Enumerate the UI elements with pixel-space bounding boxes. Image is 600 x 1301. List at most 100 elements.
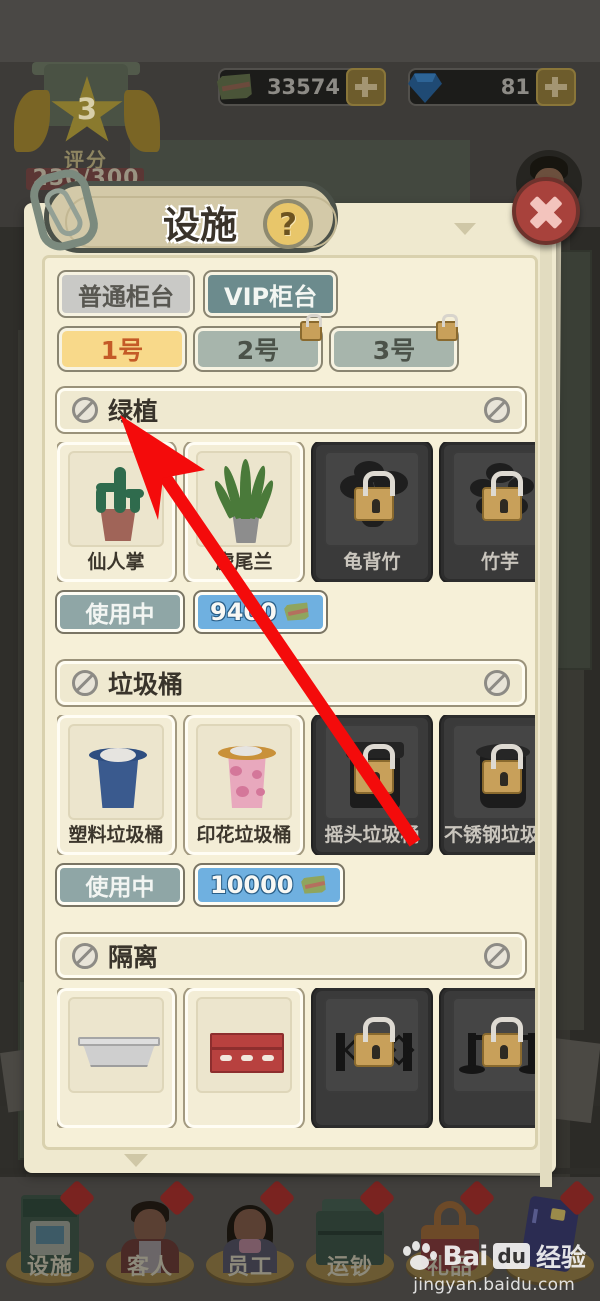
item-card-concrete-barrier[interactable] xyxy=(185,988,303,1128)
paw-icon xyxy=(402,1241,438,1271)
section-title: 垃圾桶 xyxy=(108,670,184,699)
nav-label: 设施 xyxy=(26,1255,73,1280)
watermark-jingyan: 经验 xyxy=(535,1243,586,1272)
item-card-calathea[interactable]: 竹芋 xyxy=(441,442,535,582)
price-value: 9400 xyxy=(210,598,277,626)
item-card-scissor-gate[interactable] xyxy=(313,988,431,1128)
close-icon[interactable] xyxy=(512,177,580,245)
item-card-monstera[interactable]: 龟背竹 xyxy=(313,442,431,582)
item-card-plastic-bin[interactable]: 塑料垃圾桶 xyxy=(57,715,175,855)
gem-counter[interactable]: 81 xyxy=(408,66,576,108)
help-button[interactable]: ? xyxy=(263,199,313,249)
item-card-steel-bin[interactable]: 不锈钢垃圾桶 xyxy=(441,715,535,855)
price-button[interactable]: 9400 xyxy=(195,592,326,632)
tab-normal-counter[interactable]: 普通柜台 xyxy=(59,272,193,316)
scroll-down-indicator xyxy=(124,1154,148,1167)
item-card-swing-bin[interactable]: 摇头垃圾桶 xyxy=(313,715,431,855)
in-use-button[interactable]: 使用中 xyxy=(57,865,183,905)
money-value: 33574 xyxy=(266,75,340,99)
plastic-bin-icon xyxy=(68,724,164,820)
ban-icon xyxy=(72,397,98,423)
watermark-url: jingyan.baidu.com xyxy=(413,1275,576,1295)
ban-icon xyxy=(72,670,98,696)
ban-icon[interactable] xyxy=(484,397,510,423)
item-card-cactus[interactable]: 仙人掌 xyxy=(57,442,175,582)
gem-value: 81 xyxy=(500,75,530,99)
ban-icon xyxy=(72,943,98,969)
action-row-plants: 使用中 9400 xyxy=(57,592,326,632)
laurel-left-icon xyxy=(14,90,50,152)
slot-tab-2[interactable]: 2号 xyxy=(195,314,322,370)
nav-item-staff[interactable]: 员工 xyxy=(200,1179,300,1301)
item-card-rope-stanchion[interactable] xyxy=(441,988,535,1128)
item-label: 竹芋 xyxy=(480,551,519,573)
watermark: Bai du 经验 jingyan.baidu.com xyxy=(402,1238,586,1295)
item-label: 塑料垃圾桶 xyxy=(68,824,164,846)
slot-tab-1[interactable]: 1号 xyxy=(59,328,185,370)
item-row-plants: 仙人掌 虎尾兰 龟背竹 竹芋 xyxy=(57,442,535,582)
price-button[interactable]: 10000 xyxy=(195,865,343,905)
item-card-snake-plant[interactable]: 虎尾兰 xyxy=(185,442,303,582)
dialog-paper-edge xyxy=(540,225,552,1187)
nav-item-facilities[interactable]: 设施 xyxy=(0,1179,100,1301)
ban-icon[interactable] xyxy=(484,670,510,696)
concrete-barrier-icon xyxy=(196,997,292,1093)
counter-tabs: 普通柜台 VIP柜台 xyxy=(59,272,337,316)
section-title: 绿植 xyxy=(108,397,159,426)
nav-label: 员工 xyxy=(226,1255,273,1280)
rating-badge: 3 评分 230/300 xyxy=(6,62,166,191)
add-money-button[interactable] xyxy=(346,68,386,106)
lock-icon xyxy=(436,314,458,341)
scroll-up-indicator xyxy=(454,223,476,235)
item-row-barrier xyxy=(57,988,535,1128)
lock-icon xyxy=(300,314,322,341)
dialog-body: 普通柜台 VIP柜台 1号 2号 3号 绿植 仙人掌 虎尾兰 龟背竹 竹芋 使用… xyxy=(42,255,538,1150)
in-use-button[interactable]: 使用中 xyxy=(57,592,183,632)
money-icon xyxy=(302,874,328,896)
add-gem-button[interactable] xyxy=(536,68,576,106)
snake-plant-icon xyxy=(196,451,292,547)
item-label: 印花垃圾桶 xyxy=(196,824,292,846)
nav-label: 客人 xyxy=(126,1255,173,1280)
item-label: 虎尾兰 xyxy=(215,551,273,573)
lock-icon xyxy=(354,1017,395,1067)
dialog-header: 设施 ? xyxy=(25,164,344,259)
printed-bin-icon xyxy=(196,724,292,820)
item-label: 仙人掌 xyxy=(87,551,145,573)
ban-icon[interactable] xyxy=(484,943,510,969)
slot-tabs: 1号 2号 3号 xyxy=(59,314,458,370)
facility-dialog: 设施 ? 普通柜台 VIP柜台 1号 2号 3号 绿植 仙人掌 虎尾兰 龟背竹 … xyxy=(20,164,580,1187)
top-hud: 3 评分 230/300 33574 81 xyxy=(0,0,600,191)
slot-tab-2-label: 2号 xyxy=(236,336,280,365)
section-title: 隔离 xyxy=(108,943,159,972)
lock-icon xyxy=(354,744,395,794)
item-card-printed-bin[interactable]: 印花垃圾桶 xyxy=(185,715,303,855)
laurel-right-icon xyxy=(124,90,160,152)
page-title: 设施 xyxy=(163,204,237,247)
item-card-metal-barrier[interactable] xyxy=(57,988,175,1128)
section-header-plants[interactable]: 绿植 xyxy=(57,388,525,432)
rating-stars: 3 xyxy=(76,92,98,126)
nav-item-cash-transport[interactable]: 运钞 xyxy=(300,1179,400,1301)
section-header-barrier[interactable]: 隔离 xyxy=(57,934,525,978)
metal-barrier-icon xyxy=(68,997,164,1093)
lock-icon xyxy=(354,471,395,521)
money-icon xyxy=(285,601,311,623)
gem-icon xyxy=(402,68,448,106)
item-label: 龟背竹 xyxy=(343,551,401,573)
watermark-du: du xyxy=(493,1243,530,1269)
section-header-trash[interactable]: 垃圾桶 xyxy=(57,661,525,705)
cactus-icon xyxy=(68,451,164,547)
item-label: 不锈钢垃圾桶 xyxy=(444,824,535,846)
slot-tab-3-label: 3号 xyxy=(372,336,416,365)
nav-item-guests[interactable]: 客人 xyxy=(100,1179,200,1301)
item-label: 摇头垃圾桶 xyxy=(324,824,420,846)
money-icon xyxy=(212,68,258,106)
slot-tab-3[interactable]: 3号 xyxy=(331,314,458,370)
action-row-trash: 使用中 10000 xyxy=(57,865,343,905)
price-value: 10000 xyxy=(210,871,294,899)
lock-icon xyxy=(482,1017,523,1067)
lock-icon xyxy=(482,471,523,521)
tab-vip-counter[interactable]: VIP柜台 xyxy=(205,272,337,316)
money-counter[interactable]: 33574 xyxy=(218,66,386,108)
